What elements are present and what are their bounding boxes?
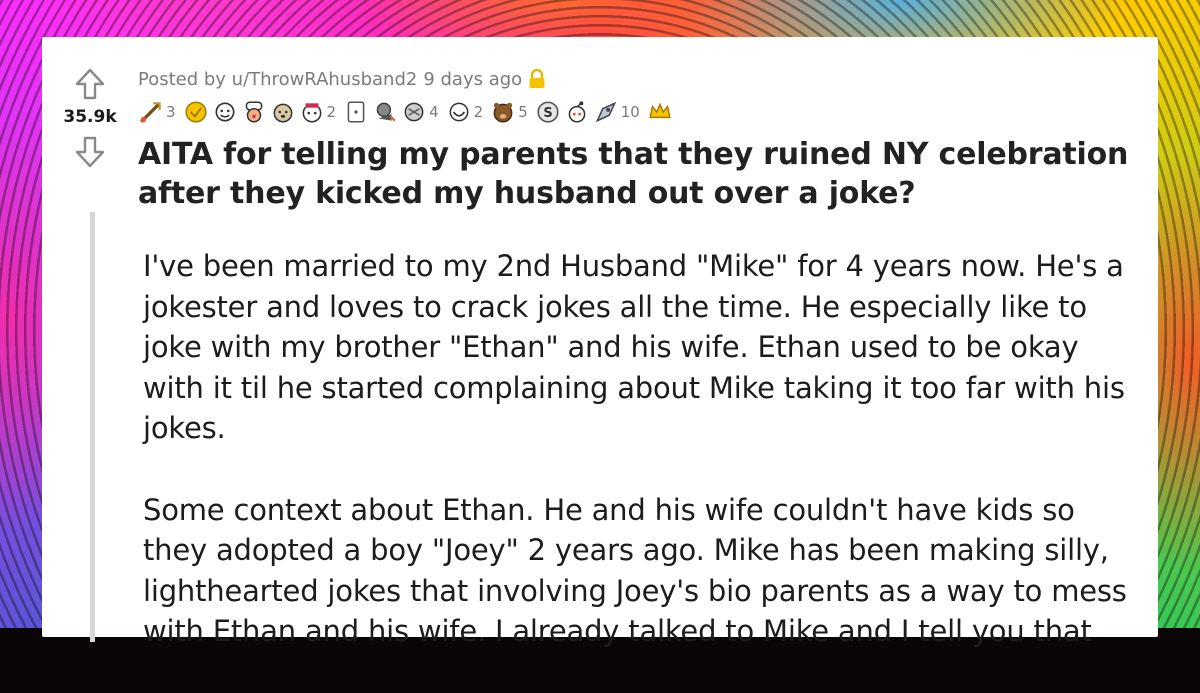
silver-award-icon: S — [537, 101, 559, 123]
sword-award-icon — [140, 102, 161, 123]
award-count: 5 — [518, 103, 528, 121]
award-item[interactable]: 5 — [490, 99, 532, 125]
facepalm-award-icon — [376, 102, 396, 122]
award-item[interactable] — [241, 99, 267, 125]
thread-line[interactable] — [90, 212, 95, 642]
laugh-award-icon — [449, 102, 469, 122]
downvote-button[interactable] — [73, 135, 107, 169]
bear-award-icon — [493, 102, 513, 123]
post-paragraph: I've been married to my 2nd Husband "Mik… — [143, 249, 1125, 445]
award-count: 3 — [166, 103, 176, 121]
card-award-icon — [347, 101, 365, 123]
rocket-award-icon — [595, 101, 616, 123]
post-paragraph: Some context about Ethan. He and his wif… — [143, 492, 1127, 649]
award-item[interactable]: 4 — [401, 99, 443, 125]
award-count: 2 — [326, 103, 337, 121]
award-count: 4 — [429, 103, 439, 121]
post-card: 35.9k Posted by u/ThrowRAhusband2 9 days… — [42, 37, 1158, 648]
post-content: Posted by u/ThrowRAhusband2 9 days ago 3… — [138, 67, 1138, 693]
award-item[interactable] — [183, 99, 209, 125]
award-item[interactable] — [270, 99, 296, 125]
doge-award-icon — [273, 103, 292, 123]
award-item[interactable]: 3 — [138, 99, 180, 125]
mind-blown-award-icon — [404, 102, 424, 122]
helpful-award-icon — [302, 103, 321, 123]
chef-kiss-award-icon — [245, 101, 262, 123]
award-item[interactable] — [647, 99, 673, 125]
wholesome-award-icon — [215, 102, 235, 122]
lock-icon — [529, 69, 545, 88]
crown-award-icon — [649, 102, 671, 119]
award-item[interactable] — [343, 99, 369, 125]
award-item[interactable] — [564, 99, 590, 125]
vote-score: 35.9k — [63, 107, 117, 127]
awards-row[interactable]: 3 2 4 2 5 S 10 — [138, 95, 1138, 129]
post-title[interactable]: AITA for telling my parents that they ru… — [138, 135, 1138, 213]
award-count: 2 — [473, 103, 484, 121]
author-link[interactable]: Posted by u/ThrowRAhusband2 — [138, 69, 417, 90]
award-item[interactable]: S — [535, 99, 561, 125]
gold-award-icon — [184, 101, 207, 123]
snoo-award-icon — [568, 101, 586, 123]
award-item[interactable]: 2 — [299, 99, 341, 125]
award-item[interactable] — [372, 99, 398, 125]
award-item[interactable]: 2 — [446, 99, 488, 125]
post-age[interactable]: 9 days ago — [423, 69, 522, 90]
award-item[interactable]: 10 — [593, 99, 644, 125]
post-body: I've been married to my 2nd Husband "Mik… — [138, 246, 1138, 652]
svg-text:S: S — [543, 106, 552, 121]
downvote-arrow-icon — [75, 136, 105, 168]
upvote-button[interactable] — [73, 67, 107, 101]
award-count: 10 — [620, 103, 640, 121]
award-item[interactable] — [212, 99, 238, 125]
vote-column: 35.9k — [42, 67, 138, 169]
post-meta: Posted by u/ThrowRAhusband2 9 days ago — [138, 67, 1138, 91]
upvote-arrow-icon — [75, 68, 105, 100]
